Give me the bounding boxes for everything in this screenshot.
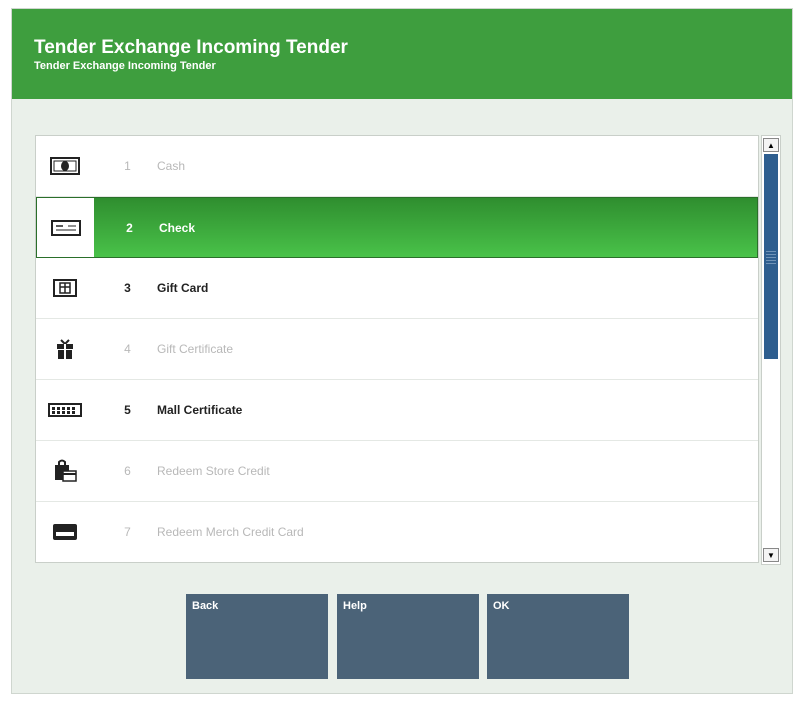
tender-number: 4 — [124, 342, 131, 356]
ok-button[interactable]: OK — [487, 594, 629, 679]
back-button[interactable]: Back — [186, 594, 328, 679]
tender-label: Redeem Store Credit — [157, 464, 270, 478]
tender-row-redeem-merch-credit-card[interactable]: 7 Redeem Merch Credit Card — [36, 502, 758, 562]
cash-icon — [37, 136, 92, 196]
tender-label: Redeem Merch Credit Card — [157, 525, 304, 539]
tender-row-gift-certificate[interactable]: 4 Gift Certificate — [36, 319, 758, 380]
tender-label: Mall Certificate — [157, 403, 243, 417]
dialog-frame: Tender Exchange Incoming Tender Tender E… — [11, 8, 793, 694]
grip-line — [766, 251, 776, 252]
grip-line — [766, 257, 776, 258]
tender-number: 2 — [126, 220, 133, 235]
tender-row-check[interactable]: 2 Check — [36, 197, 758, 258]
tender-label: Check — [159, 220, 196, 235]
tender-row-mall-certificate[interactable]: 5 Mall Certificate — [36, 380, 758, 441]
tender-row-redeem-store-credit[interactable]: 6 Redeem Store Credit — [36, 441, 758, 502]
grip-line — [766, 263, 776, 264]
help-button[interactable]: Help — [337, 594, 479, 679]
tender-number: 6 — [124, 464, 131, 478]
credit-card-icon — [37, 502, 92, 562]
keyboard-icon — [37, 380, 92, 440]
tender-number: 7 — [124, 525, 131, 539]
page-subtitle: Tender Exchange Incoming Tender — [34, 60, 216, 72]
header-bar: Tender Exchange Incoming Tender Tender E… — [12, 9, 792, 99]
scrollbar-thumb[interactable] — [764, 154, 778, 359]
tender-label: Cash — [157, 159, 186, 173]
check-icon — [37, 198, 94, 257]
tender-label: Gift Certificate — [157, 342, 234, 356]
gift-box-icon — [37, 319, 92, 379]
store-credit-bag-icon — [37, 441, 92, 501]
page-title: Tender Exchange Incoming Tender — [34, 37, 348, 58]
gift-card-icon — [37, 258, 92, 318]
list-scrollbar[interactable]: ▲ ▼ — [761, 135, 781, 565]
tender-list: 1 Cash 2 Check 3 Gift Card 4 Gift Certif… — [35, 135, 759, 563]
grip-line — [766, 260, 776, 261]
tender-number: 5 — [124, 403, 131, 417]
scroll-down-icon[interactable]: ▼ — [763, 548, 779, 562]
tender-row-cash[interactable]: 1 Cash — [36, 136, 758, 197]
tender-label: Gift Card — [157, 281, 209, 295]
tender-number: 1 — [124, 159, 131, 173]
tender-number: 3 — [124, 281, 131, 295]
tender-row-gift-card[interactable]: 3 Gift Card — [36, 258, 758, 319]
grip-line — [766, 254, 776, 255]
scroll-up-icon[interactable]: ▲ — [763, 138, 779, 152]
